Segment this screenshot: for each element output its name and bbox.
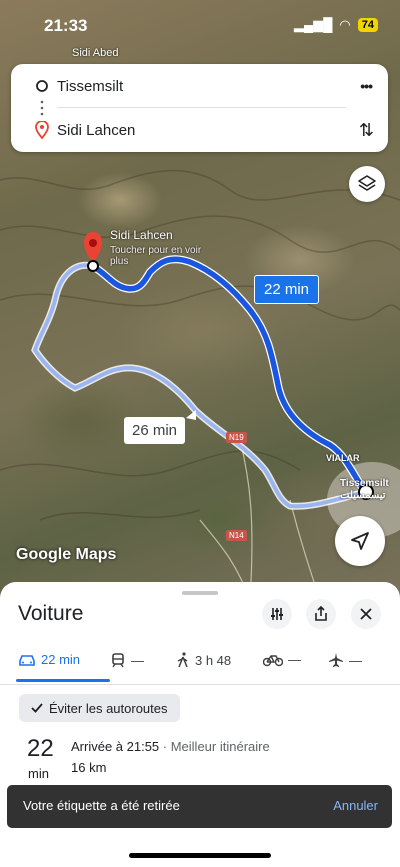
tab-bike[interactable]: — (263, 652, 301, 667)
destination-pin-small-icon (35, 121, 49, 139)
undo-button[interactable]: Annuler (333, 798, 378, 813)
layers-button[interactable] (349, 166, 385, 202)
route-duration-unit: min (28, 766, 49, 781)
share-icon (315, 606, 327, 621)
tab-transit[interactable]: — (110, 652, 144, 668)
map-label-town: Tissemsilt (340, 478, 389, 489)
primary-route-time-badge[interactable]: 22 min (254, 275, 320, 304)
destination-row[interactable]: Sidi Lahcen ⇅ (11, 110, 388, 150)
route-card: Tissemsilt ••• Sidi Lahcen ⇅ (11, 64, 388, 152)
road-shield-n14: N14 (226, 530, 247, 541)
tab-car[interactable]: 22 min (18, 652, 80, 667)
tab-flight[interactable]: — (328, 652, 362, 668)
road-shield-n19: N19 (226, 432, 247, 443)
navigation-arrow-icon (351, 532, 369, 550)
destination-field[interactable]: Sidi Lahcen (57, 122, 135, 139)
arrival-info[interactable]: Arrivée à 21:55 · Meilleur itinéraire (71, 739, 270, 754)
share-button[interactable] (306, 599, 336, 629)
train-icon (112, 653, 124, 668)
route-card-divider (57, 107, 346, 108)
car-icon (19, 654, 35, 666)
close-button[interactable] (351, 599, 381, 629)
route-duration-number[interactable]: 22 (27, 735, 54, 763)
check-icon (31, 703, 43, 713)
origin-row[interactable]: Tissemsilt ••• (11, 66, 388, 106)
battery-indicator: 74 (357, 18, 378, 32)
status-icons: ▂▄▆█ ◠ 74 (294, 17, 378, 33)
route-distance: 16 km (71, 760, 107, 775)
alternate-route-time-badge[interactable]: 26 min (124, 417, 186, 444)
status-bar: 21:33 ▂▄▆█ ◠ 74 (0, 0, 400, 52)
arrival-time: Arrivée à 21:55 (71, 739, 160, 754)
map-label-vialar: VIALAR (326, 453, 360, 463)
home-indicator[interactable] (129, 853, 271, 858)
snackbar-message: Votre étiquette a été retirée (23, 798, 180, 813)
walk-icon (177, 652, 188, 668)
pin-name-label[interactable]: Sidi Lahcen (110, 228, 173, 242)
pin-hint-label[interactable]: Toucher pour en voir plus (110, 245, 220, 267)
active-tab-indicator (16, 679, 110, 682)
sliders-icon (271, 608, 283, 620)
sheet-title: Voiture (18, 602, 84, 625)
recenter-button[interactable] (335, 516, 385, 566)
avoid-highways-chip[interactable]: Éviter les autoroutes (19, 694, 180, 722)
status-time: 21:33 (44, 16, 88, 35)
swap-icon[interactable]: ⇅ (359, 120, 374, 141)
origin-circle-icon (36, 80, 48, 92)
close-icon (360, 608, 372, 620)
snackbar: Votre étiquette a été retirée Annuler (7, 785, 392, 828)
options-button[interactable] (262, 599, 292, 629)
google-maps-logo: Google Maps (16, 546, 117, 563)
bike-icon (263, 654, 283, 666)
plane-icon (329, 653, 343, 667)
tab-transit-label: — (131, 652, 144, 668)
best-route-label: · Meilleur itinéraire (159, 739, 270, 754)
map-label-town-arabic: تيسمسيلت (340, 490, 386, 501)
more-options-icon[interactable]: ••• (360, 78, 373, 94)
sheet-drag-handle[interactable] (182, 591, 218, 595)
tab-car-label: 22 min (41, 652, 81, 667)
tab-walk-label: 3 h 48 (195, 652, 232, 668)
wifi-icon: ◠ (339, 17, 351, 32)
layers-icon (358, 175, 376, 191)
tab-walk[interactable]: 3 h 48 (176, 652, 231, 668)
avoid-highways-label: Éviter les autoroutes (49, 700, 168, 716)
tab-flight-label: — (349, 652, 362, 668)
tab-bike-label: — (288, 652, 301, 667)
signal-icon: ▂▄▆█ (293, 17, 333, 32)
origin-field[interactable]: Tissemsilt (57, 78, 123, 95)
